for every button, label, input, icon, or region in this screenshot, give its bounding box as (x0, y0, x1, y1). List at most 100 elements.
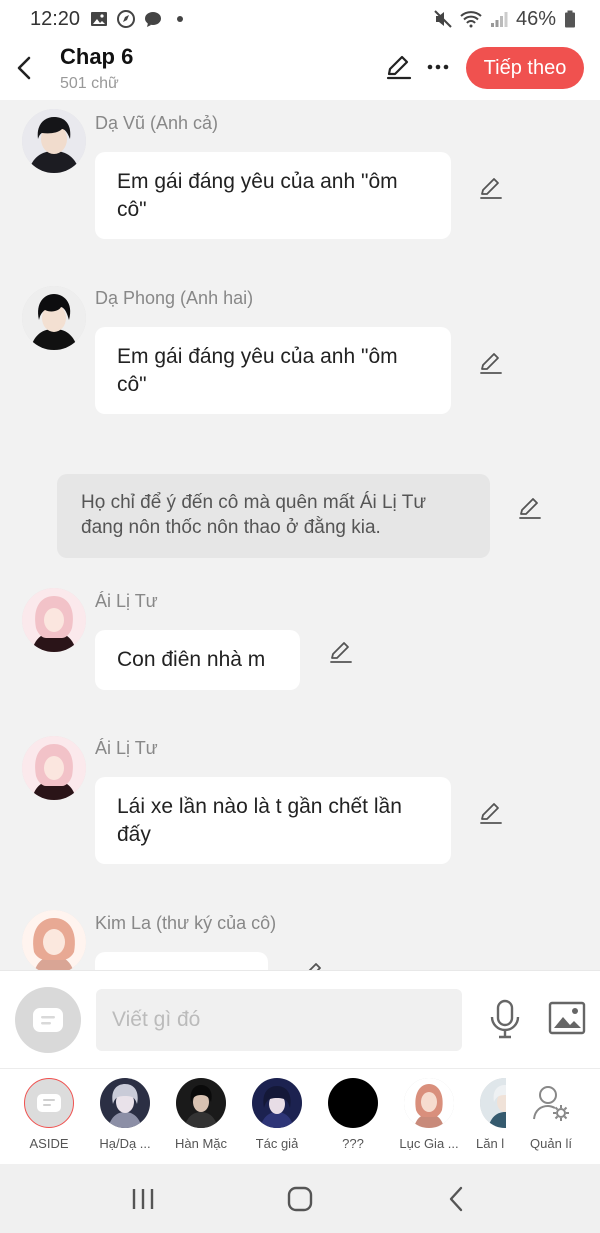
insert-image-button[interactable] (548, 1000, 586, 1036)
character-label: ASIDE (29, 1136, 69, 1151)
avatar-pink-hair-icon (22, 588, 86, 652)
recent-apps-icon (132, 1189, 154, 1209)
chat-area[interactable]: Dạ Vũ (Anh cả) Em gái đáng yêu của anh "… (0, 100, 600, 970)
character-label: Hạ/Dạ ... (99, 1136, 151, 1151)
system-nav-bar (0, 1164, 600, 1233)
chapter-header: Chap 6 501 chữ Tiếp theo (0, 38, 600, 100)
edit-message-button[interactable] (328, 639, 354, 665)
character-tac-gia[interactable]: Tác giả (242, 1078, 312, 1151)
character-aside[interactable]: ASIDE (14, 1078, 84, 1151)
character-label: Lục Gia ... (399, 1136, 459, 1151)
character-label: Hàn Mặc (174, 1136, 228, 1151)
mute-icon (434, 10, 452, 28)
home-button[interactable] (280, 1182, 320, 1216)
image-icon (548, 1001, 586, 1035)
back-button[interactable] (10, 50, 38, 86)
message-bubble[interactable]: Em gái đáng yêu của anh "ôm cô" (95, 152, 451, 239)
system-back-button[interactable] (436, 1182, 476, 1216)
speaker-name: Ái Lị Tư (95, 738, 158, 758)
status-bar: 12:20 46% (0, 0, 600, 38)
signal-icon (490, 12, 508, 27)
character-label: Lăn l (476, 1136, 505, 1151)
message-line: Lái xe lần nào là t gần chết lần (117, 795, 402, 818)
edit-message-button[interactable] (478, 350, 504, 376)
next-chapter-button[interactable]: Tiếp theo (466, 47, 584, 89)
avatar-dark-hair-icon (22, 109, 86, 173)
character-label: ??? (342, 1136, 364, 1151)
avatar-da-vu[interactable] (22, 109, 86, 173)
edit-message-button[interactable] (478, 175, 504, 201)
character-avatar-icon (480, 1078, 506, 1128)
character-han-mac[interactable]: Hàn Mặc (166, 1078, 236, 1151)
word-count: 501 chữ (60, 75, 119, 92)
character-unknown[interactable]: ??? (318, 1078, 388, 1151)
avatar-dark-hair-icon (22, 286, 86, 350)
note-icon (33, 1008, 63, 1032)
message-bubble[interactable] (95, 952, 268, 970)
avatar-kim-la[interactable] (22, 910, 86, 970)
user-settings-icon (533, 1086, 569, 1121)
avatar-pink-hair-icon (22, 736, 86, 800)
pencil-icon (386, 55, 412, 80)
narration-bubble[interactable]: Họ chỉ để ý đến cô mà quên mất Ái Lị Tư … (57, 474, 490, 558)
pencil-icon (308, 963, 321, 970)
microphone-icon (490, 999, 520, 1039)
battery-icon (565, 10, 575, 28)
message-line: Con điên nhà m (117, 648, 266, 671)
voice-input-button[interactable] (488, 999, 522, 1039)
pencil-icon (480, 178, 502, 199)
pencil-icon (480, 803, 502, 824)
note-icon (37, 1094, 61, 1112)
avatar-da-phong[interactable] (22, 286, 86, 350)
pencil-icon (480, 353, 502, 374)
character-strip: ASIDE Hạ/Dạ ... Hàn Mặc Tác giả ??? Lục … (0, 1068, 600, 1164)
message-bubble[interactable]: Lái xe lần nào là t gần chết lần đấy (95, 777, 451, 864)
narration-line: đang nôn thốc nôn thao ở đằng kia. (81, 517, 381, 538)
more-options-button[interactable] (424, 52, 452, 82)
pencil-icon (330, 642, 352, 663)
message-bubble[interactable]: Em gái đáng yêu của anh "ôm cô" (95, 327, 451, 414)
message-input[interactable] (96, 989, 462, 1051)
aside-mode-button[interactable] (15, 987, 81, 1053)
gallery-notification-icon (91, 12, 108, 26)
battery-percent: 46% (515, 7, 556, 30)
chevron-left-icon (17, 56, 31, 80)
chapter-title: Chap 6 (60, 44, 134, 69)
character-luc-gia[interactable]: Lục Gia ... (394, 1078, 464, 1151)
character-avatar-icon (100, 1078, 150, 1128)
status-time: 12:20 (30, 7, 81, 30)
character-avatar-icon (404, 1078, 454, 1128)
edit-narration-button[interactable] (517, 495, 543, 521)
message-line: cô" (117, 373, 147, 396)
narration-line: Họ chỉ để ý đến cô mà quên mất Ái Lị Tư (81, 492, 427, 513)
speaker-name: Ái Lị Tư (95, 591, 158, 611)
chat-notification-icon (145, 12, 162, 27)
compass-notification-icon (117, 10, 136, 28)
character-ha-da[interactable]: Hạ/Dạ ... (90, 1078, 160, 1151)
message-line: Em gái đáng yêu của anh "ôm (117, 345, 398, 368)
message-line: cô" (117, 198, 147, 221)
message-bubble[interactable]: Con điên nhà m (95, 630, 300, 690)
edit-chapter-button[interactable] (384, 52, 414, 82)
character-label: Quản lí (530, 1136, 572, 1151)
avatar-ai-li-tu[interactable] (22, 588, 86, 652)
pencil-icon (519, 498, 541, 519)
speaker-name: Kim La (thư ký của cô) (95, 913, 277, 933)
manage-characters-button[interactable]: Quản lí (516, 1078, 586, 1151)
edit-message-button[interactable] (478, 800, 504, 826)
character-avatar-icon (176, 1078, 226, 1128)
more-notifications-dot-icon (177, 16, 184, 22)
recent-apps-button[interactable] (123, 1182, 163, 1216)
character-label: Tác giả (255, 1136, 299, 1151)
speaker-name: Dạ Vũ (Anh cả) (95, 113, 219, 133)
character-lan[interactable]: Lăn l (470, 1078, 506, 1151)
character-avatar-icon (252, 1078, 302, 1128)
avatar-ai-li-tu[interactable] (22, 736, 86, 800)
compose-bar (0, 970, 600, 1068)
speaker-name: Dạ Phong (Anh hai) (95, 288, 254, 308)
home-icon (287, 1186, 313, 1212)
avatar-peach-hair-icon (22, 910, 86, 970)
wifi-icon (460, 11, 482, 28)
edit-message-button[interactable] (300, 960, 326, 970)
chevron-left-icon (449, 1186, 463, 1212)
